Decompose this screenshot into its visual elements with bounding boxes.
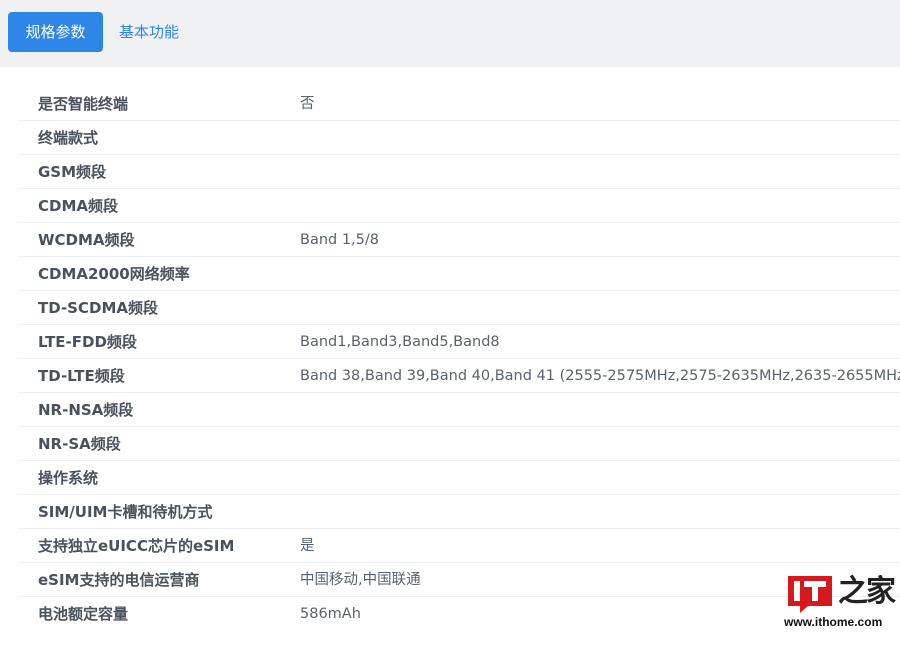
spec-label: CDMA频段 xyxy=(38,197,118,215)
spec-row: TD-SCDMA频段 xyxy=(18,291,900,325)
spec-row: 电池额定容量 586mAh xyxy=(18,597,900,631)
spec-row: 终端款式 xyxy=(18,121,900,155)
spec-row: LTE-FDD频段 Band1,Band3,Band5,Band8 xyxy=(18,325,900,359)
spec-row: 支持独立eUICC芯片的eSIM 是 xyxy=(18,529,900,563)
spec-label: GSM频段 xyxy=(38,163,107,181)
spec-value: Band 1,5/8 xyxy=(300,232,380,248)
ithome-logo-chars: 之家 xyxy=(838,574,896,609)
spec-label: 操作系统 xyxy=(38,469,99,487)
spec-label: 电池额定容量 xyxy=(38,605,129,623)
spec-value: 中国移动,中国联通 xyxy=(300,572,421,588)
tab-bar: 规格参数 基本功能 xyxy=(0,0,900,67)
spec-label: 是否智能终端 xyxy=(38,95,129,113)
spec-label: NR-NSA频段 xyxy=(38,401,134,419)
spec-label: 支持独立eUICC芯片的eSIM xyxy=(38,537,235,555)
spec-label: NR-SA频段 xyxy=(38,435,121,453)
spec-value: Band1,Band3,Band5,Band8 xyxy=(300,334,500,350)
tab-basic-functions[interactable]: 基本功能 xyxy=(103,12,195,52)
ithome-url: www.ithome.com xyxy=(784,615,883,629)
spec-label: TD-SCDMA频段 xyxy=(38,299,158,317)
spec-label: CDMA2000网络频率 xyxy=(38,265,190,283)
spec-value: 是 xyxy=(300,538,315,554)
spec-table: 是否智能终端 否 终端款式 GSM频段 CDMA频段 WCDMA频段 Band … xyxy=(18,87,900,631)
spec-label: LTE-FDD频段 xyxy=(38,333,137,351)
spec-row: 操作系统 xyxy=(18,461,900,495)
spec-row: TD-LTE频段 Band 38,Band 39,Band 40,Band 41… xyxy=(18,359,900,393)
spec-label: SIM/UIM卡槽和待机方式 xyxy=(38,503,213,521)
spec-label: eSIM支持的电信运营商 xyxy=(38,571,200,589)
spec-row: eSIM支持的电信运营商 中国移动,中国联通 xyxy=(18,563,900,597)
spec-row: NR-NSA频段 xyxy=(18,393,900,427)
spec-row: GSM频段 xyxy=(18,155,900,189)
tab-specs[interactable]: 规格参数 xyxy=(8,12,103,52)
spec-row: NR-SA频段 xyxy=(18,427,900,461)
ithome-logo-icon xyxy=(788,576,832,613)
spec-row: CDMA频段 xyxy=(18,189,900,223)
spec-label: WCDMA频段 xyxy=(38,231,135,249)
spec-row: CDMA2000网络频率 xyxy=(18,257,900,291)
ithome-watermark: 之家 www.ithome.com xyxy=(784,570,896,632)
spec-label: TD-LTE频段 xyxy=(38,367,125,385)
spec-value: Band 38,Band 39,Band 40,Band 41 (2555-25… xyxy=(300,368,900,384)
spec-value: 586mAh xyxy=(300,606,361,622)
spec-row: SIM/UIM卡槽和待机方式 xyxy=(18,495,900,529)
spec-value: 否 xyxy=(300,96,315,112)
spec-label: 终端款式 xyxy=(38,129,99,147)
spec-row: WCDMA频段 Band 1,5/8 xyxy=(18,223,900,257)
spec-row: 是否智能终端 否 xyxy=(18,87,900,121)
